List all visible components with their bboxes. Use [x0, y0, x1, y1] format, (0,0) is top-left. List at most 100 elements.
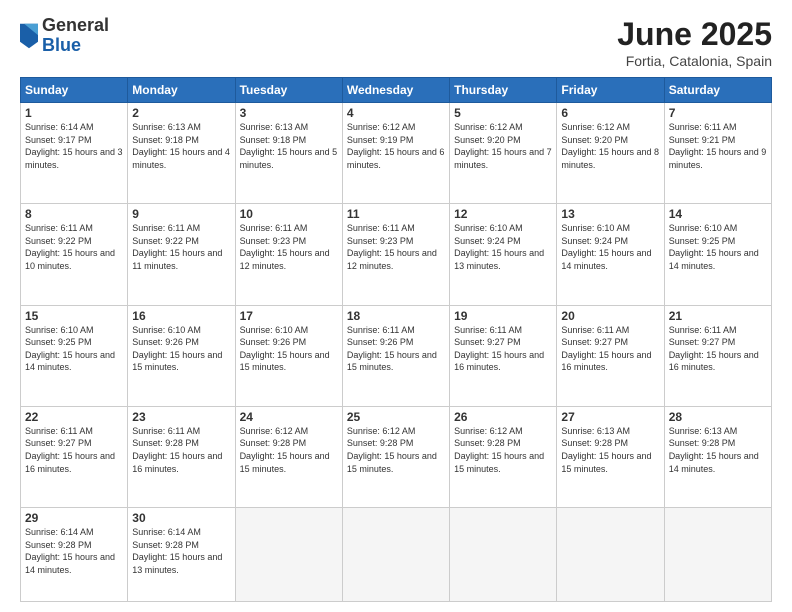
day-info: Sunrise: 6:10 AMSunset: 9:26 PMDaylight:… [240, 324, 338, 374]
day-number: 14 [669, 207, 767, 221]
logo-icon [20, 22, 38, 50]
day-number: 19 [454, 309, 552, 323]
table-row [664, 508, 771, 602]
table-row: 30Sunrise: 6:14 AMSunset: 9:28 PMDayligh… [128, 508, 235, 602]
table-row: 17Sunrise: 6:10 AMSunset: 9:26 PMDayligh… [235, 305, 342, 406]
location-subtitle: Fortia, Catalonia, Spain [617, 53, 772, 69]
calendar-row: 1Sunrise: 6:14 AMSunset: 9:17 PMDaylight… [21, 103, 772, 204]
day-number: 1 [25, 106, 123, 120]
day-info: Sunrise: 6:11 AMSunset: 9:26 PMDaylight:… [347, 324, 445, 374]
day-info: Sunrise: 6:12 AMSunset: 9:20 PMDaylight:… [454, 121, 552, 171]
day-number: 25 [347, 410, 445, 424]
day-number: 15 [25, 309, 123, 323]
page: General Blue June 2025 Fortia, Catalonia… [0, 0, 792, 612]
day-number: 23 [132, 410, 230, 424]
day-info: Sunrise: 6:11 AMSunset: 9:27 PMDaylight:… [454, 324, 552, 374]
table-row [235, 508, 342, 602]
weekday-header-row: Sunday Monday Tuesday Wednesday Thursday… [21, 78, 772, 103]
table-row: 20Sunrise: 6:11 AMSunset: 9:27 PMDayligh… [557, 305, 664, 406]
day-number: 18 [347, 309, 445, 323]
day-number: 2 [132, 106, 230, 120]
header-tuesday: Tuesday [235, 78, 342, 103]
table-row: 5Sunrise: 6:12 AMSunset: 9:20 PMDaylight… [450, 103, 557, 204]
day-info: Sunrise: 6:11 AMSunset: 9:22 PMDaylight:… [132, 222, 230, 272]
day-info: Sunrise: 6:11 AMSunset: 9:28 PMDaylight:… [132, 425, 230, 475]
table-row [557, 508, 664, 602]
logo: General Blue [20, 16, 109, 56]
day-number: 10 [240, 207, 338, 221]
header-thursday: Thursday [450, 78, 557, 103]
table-row: 18Sunrise: 6:11 AMSunset: 9:26 PMDayligh… [342, 305, 449, 406]
table-row: 2Sunrise: 6:13 AMSunset: 9:18 PMDaylight… [128, 103, 235, 204]
header-saturday: Saturday [664, 78, 771, 103]
day-number: 12 [454, 207, 552, 221]
day-number: 11 [347, 207, 445, 221]
table-row: 15Sunrise: 6:10 AMSunset: 9:25 PMDayligh… [21, 305, 128, 406]
day-number: 28 [669, 410, 767, 424]
table-row: 24Sunrise: 6:12 AMSunset: 9:28 PMDayligh… [235, 406, 342, 507]
day-info: Sunrise: 6:12 AMSunset: 9:28 PMDaylight:… [347, 425, 445, 475]
day-info: Sunrise: 6:10 AMSunset: 9:26 PMDaylight:… [132, 324, 230, 374]
day-number: 26 [454, 410, 552, 424]
day-number: 21 [669, 309, 767, 323]
day-number: 20 [561, 309, 659, 323]
day-info: Sunrise: 6:13 AMSunset: 9:18 PMDaylight:… [132, 121, 230, 171]
day-info: Sunrise: 6:11 AMSunset: 9:22 PMDaylight:… [25, 222, 123, 272]
calendar-row: 8Sunrise: 6:11 AMSunset: 9:22 PMDaylight… [21, 204, 772, 305]
day-number: 5 [454, 106, 552, 120]
table-row: 9Sunrise: 6:11 AMSunset: 9:22 PMDaylight… [128, 204, 235, 305]
day-info: Sunrise: 6:11 AMSunset: 9:23 PMDaylight:… [240, 222, 338, 272]
day-info: Sunrise: 6:10 AMSunset: 9:24 PMDaylight:… [561, 222, 659, 272]
table-row: 29Sunrise: 6:14 AMSunset: 9:28 PMDayligh… [21, 508, 128, 602]
day-number: 29 [25, 511, 123, 525]
table-row: 26Sunrise: 6:12 AMSunset: 9:28 PMDayligh… [450, 406, 557, 507]
header-friday: Friday [557, 78, 664, 103]
day-info: Sunrise: 6:11 AMSunset: 9:27 PMDaylight:… [25, 425, 123, 475]
table-row: 6Sunrise: 6:12 AMSunset: 9:20 PMDaylight… [557, 103, 664, 204]
table-row: 22Sunrise: 6:11 AMSunset: 9:27 PMDayligh… [21, 406, 128, 507]
day-number: 6 [561, 106, 659, 120]
day-info: Sunrise: 6:10 AMSunset: 9:24 PMDaylight:… [454, 222, 552, 272]
table-row: 11Sunrise: 6:11 AMSunset: 9:23 PMDayligh… [342, 204, 449, 305]
day-info: Sunrise: 6:14 AMSunset: 9:28 PMDaylight:… [25, 526, 123, 576]
header-sunday: Sunday [21, 78, 128, 103]
day-number: 22 [25, 410, 123, 424]
table-row: 28Sunrise: 6:13 AMSunset: 9:28 PMDayligh… [664, 406, 771, 507]
table-row: 27Sunrise: 6:13 AMSunset: 9:28 PMDayligh… [557, 406, 664, 507]
day-info: Sunrise: 6:13 AMSunset: 9:28 PMDaylight:… [561, 425, 659, 475]
day-number: 4 [347, 106, 445, 120]
calendar-row: 15Sunrise: 6:10 AMSunset: 9:25 PMDayligh… [21, 305, 772, 406]
table-row: 19Sunrise: 6:11 AMSunset: 9:27 PMDayligh… [450, 305, 557, 406]
day-info: Sunrise: 6:13 AMSunset: 9:18 PMDaylight:… [240, 121, 338, 171]
day-info: Sunrise: 6:11 AMSunset: 9:27 PMDaylight:… [669, 324, 767, 374]
logo-general: General [42, 16, 109, 36]
table-row: 13Sunrise: 6:10 AMSunset: 9:24 PMDayligh… [557, 204, 664, 305]
title-area: June 2025 Fortia, Catalonia, Spain [617, 16, 772, 69]
day-number: 16 [132, 309, 230, 323]
logo-blue: Blue [42, 36, 109, 56]
table-row: 10Sunrise: 6:11 AMSunset: 9:23 PMDayligh… [235, 204, 342, 305]
table-row: 23Sunrise: 6:11 AMSunset: 9:28 PMDayligh… [128, 406, 235, 507]
day-info: Sunrise: 6:14 AMSunset: 9:28 PMDaylight:… [132, 526, 230, 576]
calendar-row: 29Sunrise: 6:14 AMSunset: 9:28 PMDayligh… [21, 508, 772, 602]
table-row: 1Sunrise: 6:14 AMSunset: 9:17 PMDaylight… [21, 103, 128, 204]
day-info: Sunrise: 6:11 AMSunset: 9:23 PMDaylight:… [347, 222, 445, 272]
table-row [342, 508, 449, 602]
calendar-table: Sunday Monday Tuesday Wednesday Thursday… [20, 77, 772, 602]
day-info: Sunrise: 6:12 AMSunset: 9:20 PMDaylight:… [561, 121, 659, 171]
table-row: 25Sunrise: 6:12 AMSunset: 9:28 PMDayligh… [342, 406, 449, 507]
header-monday: Monday [128, 78, 235, 103]
table-row: 21Sunrise: 6:11 AMSunset: 9:27 PMDayligh… [664, 305, 771, 406]
day-info: Sunrise: 6:11 AMSunset: 9:21 PMDaylight:… [669, 121, 767, 171]
day-number: 3 [240, 106, 338, 120]
month-title: June 2025 [617, 16, 772, 53]
table-row: 8Sunrise: 6:11 AMSunset: 9:22 PMDaylight… [21, 204, 128, 305]
day-info: Sunrise: 6:10 AMSunset: 9:25 PMDaylight:… [25, 324, 123, 374]
calendar-row: 22Sunrise: 6:11 AMSunset: 9:27 PMDayligh… [21, 406, 772, 507]
day-info: Sunrise: 6:10 AMSunset: 9:25 PMDaylight:… [669, 222, 767, 272]
logo-text: General Blue [42, 16, 109, 56]
header-wednesday: Wednesday [342, 78, 449, 103]
table-row: 3Sunrise: 6:13 AMSunset: 9:18 PMDaylight… [235, 103, 342, 204]
day-number: 24 [240, 410, 338, 424]
day-number: 27 [561, 410, 659, 424]
